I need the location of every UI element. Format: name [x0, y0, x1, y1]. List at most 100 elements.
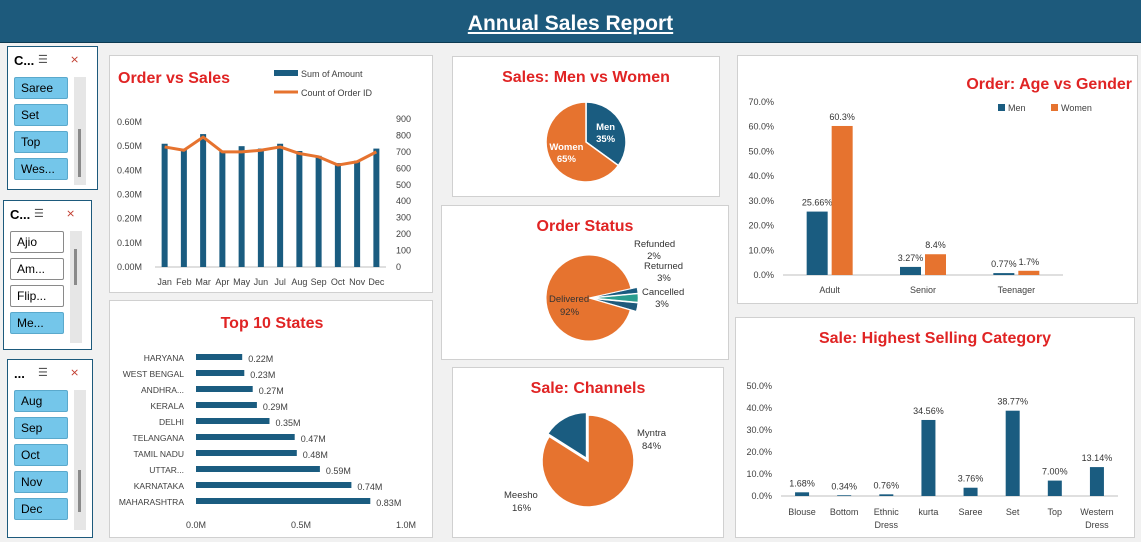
bar-category [921, 419, 936, 496]
data-label: 0.29M [263, 402, 288, 412]
legend-swatch-men [998, 104, 1005, 111]
bar-men [993, 273, 1015, 275]
category-slicer[interactable]: C... ☰ ⨯ Saree Set Top Wes... [7, 46, 98, 190]
slicer-item[interactable]: Ajio [10, 231, 64, 253]
clear-filter-icon[interactable]: ⨯ [70, 53, 93, 66]
clear-filter-icon[interactable]: ⨯ [70, 366, 92, 379]
slicer-scroll-thumb[interactable] [78, 470, 81, 512]
category-panel: Sale: Highest Selling Category 0.0% 10.0% 2… [735, 317, 1135, 538]
slicer-item[interactable]: Dec [14, 498, 68, 520]
month-slicer[interactable]: ... ☰ ⨯ Aug Sep Oct Nov Dec [7, 359, 93, 538]
x-tick: Dec [368, 277, 385, 287]
slice-name: Delivered [549, 294, 589, 305]
slicer-item[interactable]: Set [14, 104, 68, 126]
bar-women [925, 254, 946, 275]
state-label: MAHARASHTRA [119, 497, 185, 507]
chart-title: Sale: Highest Selling Category [819, 330, 1051, 347]
bar-state [196, 370, 245, 376]
x-tick-line: Ethnic [874, 507, 900, 517]
bar-state [196, 402, 257, 408]
bar-state [196, 418, 270, 424]
slice-name: Meesho [504, 490, 538, 501]
slicer-item[interactable]: Am... [10, 258, 64, 280]
slicer-item[interactable]: Wes... [14, 158, 68, 180]
y-tick-right: 200 [396, 229, 411, 239]
slicer-item[interactable]: Nov [14, 471, 68, 493]
bar-state [196, 498, 371, 504]
slice-name: Refunded [634, 239, 675, 250]
slicer-item[interactable]: Me... [10, 312, 64, 334]
report-banner: Annual Sales Report [0, 0, 1141, 43]
slicer-item[interactable]: Flip... [10, 285, 64, 307]
slice-value: 65% [557, 154, 577, 165]
slice-name: Cancelled [642, 287, 684, 298]
bar-state [196, 450, 297, 456]
state-label: UTTAR... [149, 465, 184, 475]
clear-filter-icon[interactable]: ⨯ [66, 207, 89, 220]
chart-title: Order Status [537, 218, 634, 235]
y-tick-right: 400 [396, 196, 411, 206]
data-label: 0.27M [259, 386, 284, 396]
bar-state [196, 482, 352, 488]
y-tick-right: 800 [396, 130, 411, 140]
slicer-item[interactable]: Aug [14, 390, 68, 412]
x-tick: Senior [910, 285, 936, 295]
y-tick: 40.0% [748, 171, 774, 181]
bar-category [879, 494, 894, 496]
state-label: KARNATAKA [134, 481, 185, 491]
bar-category [1005, 410, 1020, 496]
slice-value: 3% [657, 273, 671, 284]
slice-value: 84% [642, 441, 662, 452]
multi-select-icon[interactable]: ☰ [34, 207, 58, 220]
slicer-item[interactable]: Sep [14, 417, 68, 439]
multi-select-icon[interactable]: ☰ [38, 53, 62, 66]
data-label: 34.56% [913, 406, 944, 416]
y-tick-left: 0.60M [117, 117, 142, 127]
state-label: TELANGANA [133, 433, 185, 443]
slicer-scroll-thumb[interactable] [78, 129, 81, 177]
chart-title: Sales: Men vs Women [502, 69, 670, 86]
channel-slicer[interactable]: C... ☰ ⨯ Ajio Am... Flip... Me... [3, 200, 92, 350]
slicer-item[interactable]: Top [14, 131, 68, 153]
x-tick: Saree [959, 507, 983, 517]
legend-label: Women [1061, 103, 1092, 113]
slicer-item[interactable]: Saree [14, 77, 68, 99]
x-tick: Western Dress [1080, 507, 1113, 530]
bar-sum-of-amount [238, 146, 245, 267]
bar-state [196, 354, 243, 360]
x-tick: Jul [274, 277, 286, 287]
x-tick: 0.0M [186, 520, 206, 530]
bar-men [806, 211, 828, 275]
y-tick-right: 900 [396, 114, 411, 124]
y-tick-left: 0.10M [117, 238, 142, 248]
data-label: 0.23M [250, 370, 275, 380]
slicer-scroll-thumb[interactable] [74, 249, 77, 285]
slicer-scrollbar[interactable] [74, 390, 86, 530]
chart-title: Sale: Channels [531, 380, 646, 397]
slicer-header: C... [10, 207, 31, 222]
multi-select-icon[interactable]: ☰ [38, 366, 62, 379]
bar-category [1089, 467, 1104, 496]
state-label: WEST BENGAL [123, 369, 185, 379]
bar-category [795, 492, 810, 496]
men-vs-women-panel: Sales: Men vs Women Men 35% Women 65% [452, 56, 720, 197]
data-label: 1.68% [789, 478, 815, 488]
x-tick: Teenager [998, 285, 1036, 295]
x-tick: Sep [311, 277, 327, 287]
legend-label: Count of Order ID [301, 88, 373, 98]
bar-sum-of-amount [373, 148, 380, 267]
state-label: TAMIL NADU [133, 449, 184, 459]
y-tick-right: 300 [396, 213, 411, 223]
slicer-scrollbar[interactable] [70, 231, 82, 343]
y-tick: 0.0% [753, 270, 774, 280]
x-tick-line: Western [1080, 507, 1113, 517]
slicer-scrollbar[interactable] [74, 77, 86, 185]
chart-title: Order vs Sales [118, 70, 230, 87]
bar-sum-of-amount [257, 148, 264, 267]
y-tick: 70.0% [748, 97, 774, 107]
bar-category [1047, 480, 1062, 496]
data-label: 38.77% [997, 397, 1028, 407]
x-tick: Nov [349, 277, 366, 287]
slicer-item[interactable]: Oct [14, 444, 68, 466]
x-tick-line: Dress [875, 520, 899, 530]
